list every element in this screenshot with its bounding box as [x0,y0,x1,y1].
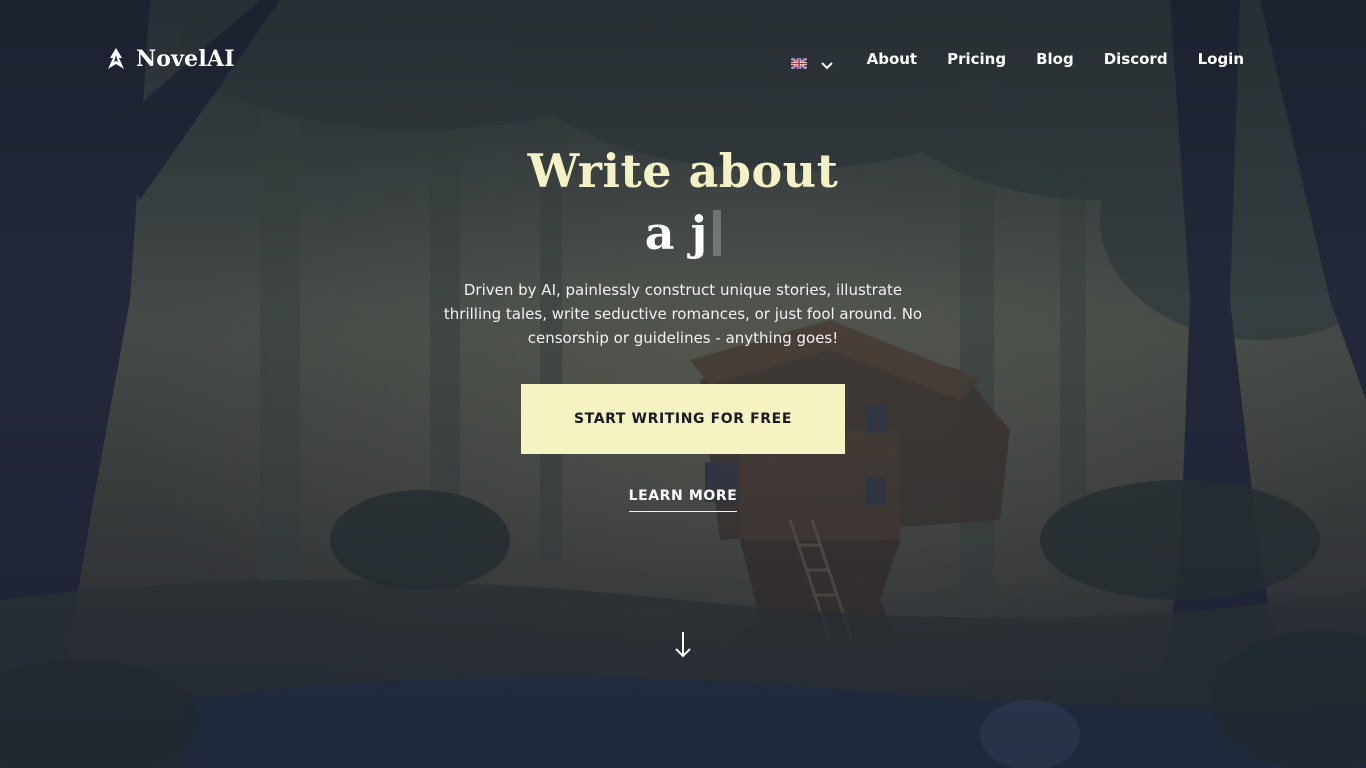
typing-cursor [713,210,722,256]
learn-more-link[interactable]: LEARN MORE [628,488,738,512]
nav-link-pricing[interactable]: Pricing [947,50,1006,68]
hero-headline: Write about [527,144,839,198]
brand-logo[interactable]: NovelAI [106,46,235,72]
nav-menu: About Pricing Blog Discord Login [790,50,1244,70]
language-selector[interactable] [790,54,833,70]
chevron-down-icon [820,55,833,70]
down-arrow-icon[interactable] [673,630,693,660]
navbar: NovelAI About Pricing Blog Discord Login [0,0,1366,120]
nav-link-blog[interactable]: Blog [1036,50,1074,68]
typewriter-text: a j [644,206,708,260]
uk-flag-icon [790,54,808,70]
start-writing-button[interactable]: START WRITING FOR FREE [521,384,845,454]
nav-link-login[interactable]: Login [1198,50,1244,68]
hero-section: Write about a j Driven by AI, painlessly… [0,140,1366,512]
quill-logo-icon [106,47,126,71]
nav-link-discord[interactable]: Discord [1104,50,1168,68]
brand-name: NovelAI [136,46,235,72]
typewriter-line: a j [644,202,722,264]
nav-link-about[interactable]: About [867,50,918,68]
hero-description: Driven by AI, painlessly construct uniqu… [443,281,923,347]
